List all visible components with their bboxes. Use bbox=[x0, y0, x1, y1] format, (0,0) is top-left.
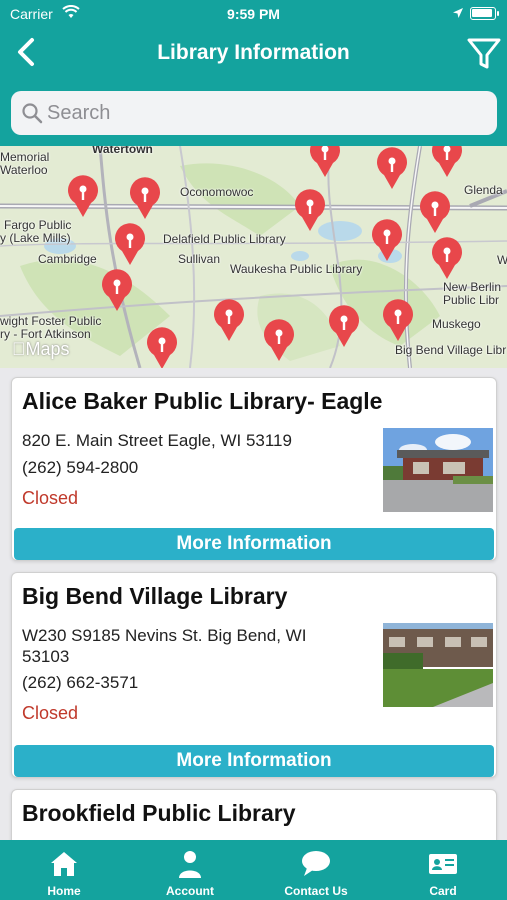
map-label: Cambridge bbox=[38, 252, 97, 266]
tab-label: Home bbox=[47, 884, 81, 898]
map-label: y (Lake Mills) bbox=[0, 231, 71, 245]
apple-maps-logo: Maps bbox=[12, 339, 70, 360]
more-information-button[interactable]: More Information bbox=[14, 745, 494, 777]
maps-attribution: Maps bbox=[12, 339, 70, 359]
library-status: Closed bbox=[22, 488, 79, 508]
map-label: Waterloo bbox=[0, 163, 48, 177]
search-icon bbox=[22, 103, 43, 124]
map-pin-icon[interactable] bbox=[100, 268, 134, 312]
library-photo bbox=[383, 623, 493, 707]
library-phone[interactable]: (262) 594-2800 bbox=[22, 458, 138, 478]
library-phone[interactable]: (262) 662-3571 bbox=[22, 673, 138, 693]
map-pin-icon[interactable] bbox=[212, 298, 246, 342]
tab-label: Contact Us bbox=[284, 884, 348, 898]
app-header: Carrier 9:59 PM Library Information bbox=[0, 0, 507, 146]
page-title: Library Information bbox=[157, 41, 350, 64]
map-label: Watertown bbox=[92, 146, 153, 156]
map-label: Sullivan bbox=[178, 252, 221, 266]
battery-icon bbox=[470, 7, 499, 20]
map-label: W bbox=[497, 253, 507, 267]
more-information-button[interactable]: More Information bbox=[14, 528, 494, 560]
id-card-icon bbox=[429, 854, 457, 874]
map-pin-icon[interactable] bbox=[430, 236, 464, 280]
tab-account[interactable]: Account bbox=[127, 840, 253, 900]
library-status: Closed bbox=[22, 703, 79, 723]
map-label: Glenda bbox=[464, 183, 503, 197]
tab-home[interactable]: Home bbox=[1, 840, 127, 900]
map-pin-icon[interactable] bbox=[262, 318, 296, 362]
library-name: Big Bend Village Library bbox=[22, 583, 288, 609]
library-card[interactable]: Alice Baker Public Library- Eagle 820 E.… bbox=[11, 377, 497, 561]
map-pin-icon[interactable] bbox=[375, 146, 409, 190]
map-pin-icon[interactable] bbox=[66, 174, 100, 218]
person-icon bbox=[179, 851, 201, 878]
map-label: Muskego bbox=[432, 317, 481, 331]
map-label: Waukesha Public Library bbox=[230, 262, 363, 276]
chat-bubble-icon bbox=[302, 851, 330, 876]
map-pin-icon[interactable] bbox=[327, 304, 361, 348]
map-pin-icon[interactable] bbox=[381, 298, 415, 342]
filter-button[interactable] bbox=[464, 34, 504, 74]
filter-funnel-icon bbox=[467, 38, 501, 69]
tab-contact-us[interactable]: Contact Us bbox=[253, 840, 379, 900]
map-pin-icon[interactable] bbox=[418, 190, 452, 234]
library-map[interactable]: Watertown Memorial Waterloo Oconomowoc G… bbox=[0, 146, 507, 368]
map-pin-icon[interactable] bbox=[308, 146, 342, 178]
tab-label: Card bbox=[429, 884, 457, 898]
map-pin-icon[interactable] bbox=[145, 326, 179, 368]
map-label: Public Libr bbox=[443, 293, 500, 307]
search-bar[interactable] bbox=[11, 91, 497, 135]
map-pin-icon[interactable] bbox=[293, 188, 327, 232]
home-icon bbox=[51, 852, 77, 876]
map-pin-icon[interactable] bbox=[370, 218, 404, 262]
tab-card[interactable]: Card bbox=[380, 840, 506, 900]
library-name: Brookfield Public Library bbox=[22, 800, 296, 826]
location-arrow-icon bbox=[452, 6, 464, 22]
map-pin-icon[interactable] bbox=[113, 222, 147, 266]
map-label: Oconomowoc bbox=[180, 185, 254, 199]
map-pin-icon[interactable] bbox=[128, 176, 162, 220]
status-time: 9:59 PM bbox=[227, 6, 280, 22]
tab-label: Account bbox=[166, 884, 214, 898]
search-input[interactable] bbox=[47, 91, 487, 135]
status-bar: Carrier 9:59 PM bbox=[0, 0, 507, 28]
map-label: Big Bend Village Libr bbox=[395, 343, 507, 357]
library-photo bbox=[383, 428, 493, 512]
tab-bar: Home Account Contact Us Card bbox=[0, 840, 507, 900]
library-list[interactable]: Alice Baker Public Library- Eagle 820 E.… bbox=[0, 368, 507, 840]
library-card[interactable]: Big Bend Village Library W230 S9185 Nevi… bbox=[11, 572, 497, 778]
library-name: Alice Baker Public Library- Eagle bbox=[22, 388, 383, 414]
library-card[interactable]: Brookfield Public Library bbox=[11, 789, 497, 840]
map-pin-icon[interactable] bbox=[430, 146, 464, 178]
map-label: Delafield Public Library bbox=[163, 232, 286, 246]
library-address: 820 E. Main Street Eagle, WI 53119 bbox=[22, 431, 292, 450]
navigation-bar: Library Information bbox=[0, 28, 507, 78]
library-address: W230 S9185 Nevins St. Big Bend, WI 53103 bbox=[22, 626, 307, 666]
